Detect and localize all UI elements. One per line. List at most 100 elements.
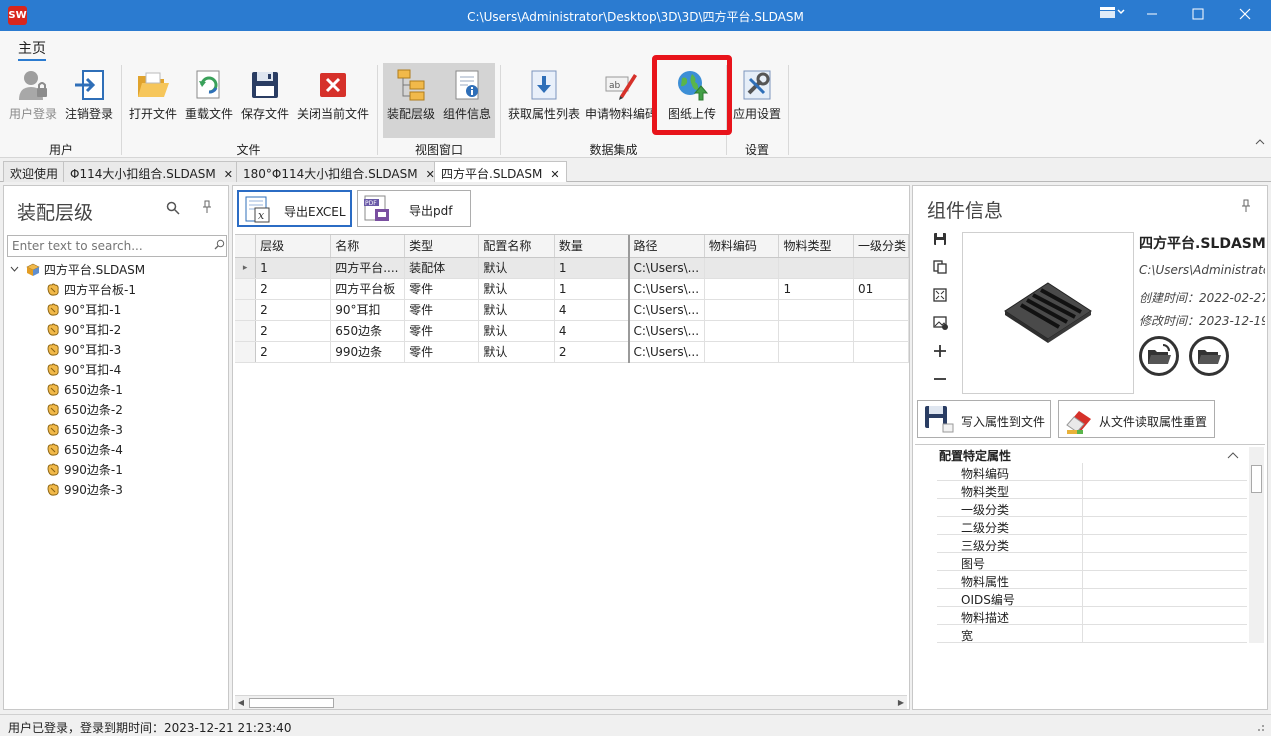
property-row[interactable]: 宽 [937, 625, 1247, 643]
table-cell[interactable]: 默认 [478, 341, 555, 363]
table-cell[interactable]: 1 [554, 278, 630, 300]
table-row[interactable]: 2 990边条 零件 默认 2 C:\Users\... [235, 341, 909, 363]
scroll-left-icon[interactable]: ◀ [235, 696, 247, 710]
row-indicator[interactable] [235, 320, 257, 342]
property-row[interactable]: 二级分类 [937, 517, 1247, 535]
table-cell[interactable]: 90°耳扣 [330, 299, 406, 321]
zoom-in-icon[interactable] [927, 342, 953, 364]
table-cell[interactable] [853, 341, 909, 363]
table-cell[interactable]: 2 [255, 299, 332, 321]
column-header[interactable]: 配置名称 [478, 235, 555, 258]
component-info-button[interactable]: 组件信息 [439, 63, 495, 138]
table-cell[interactable]: 四方平台板 [330, 278, 406, 300]
assembly-tree-button[interactable]: 装配层级 [383, 63, 439, 138]
table-cell[interactable]: 默认 [478, 320, 555, 342]
scrollbar-thumb[interactable] [249, 698, 334, 708]
column-header[interactable]: 类型 [404, 235, 480, 258]
table-cell[interactable] [778, 299, 854, 321]
table-cell[interactable]: 1 [554, 257, 630, 279]
apply-material-code-button[interactable]: ab 申请物料编码 [585, 63, 657, 138]
tab-doc-2[interactable]: 180°Φ114大小扣组合.SLDASM ✕ [236, 161, 442, 182]
table-cell[interactable]: C:\Users\... [627, 299, 705, 321]
property-row[interactable]: 物料描述 [937, 607, 1247, 625]
tree-item[interactable]: 90°耳扣-2 [46, 320, 121, 340]
table-cell[interactable] [853, 257, 909, 279]
column-header[interactable]: 路径 [627, 235, 705, 258]
column-header[interactable]: 数量 [554, 235, 630, 258]
vertical-scrollbar[interactable] [1249, 447, 1264, 643]
table-cell[interactable]: 2 [255, 278, 332, 300]
table-row[interactable]: 2 90°耳扣 零件 默认 4 C:\Users\... [235, 299, 909, 321]
property-row[interactable]: 物料编码 [937, 463, 1247, 481]
table-cell[interactable]: 01 [853, 278, 909, 300]
get-property-list-button[interactable]: 获取属性列表 [505, 63, 583, 138]
pin-icon[interactable] [1241, 199, 1251, 217]
table-cell[interactable]: 650边条 [330, 320, 406, 342]
table-cell[interactable]: 2 [255, 320, 332, 342]
tree-root[interactable]: 四方平台.SLDASM [10, 260, 145, 280]
property-row[interactable]: 图号 [937, 553, 1247, 571]
table-cell[interactable]: 1 [778, 278, 854, 300]
table-cell[interactable]: 4 [554, 320, 630, 342]
collapse-category-icon[interactable] [1227, 448, 1239, 462]
tree-item[interactable]: 990边条-3 [46, 480, 123, 500]
tree-item[interactable]: 90°耳扣-4 [46, 360, 121, 380]
row-indicator[interactable] [235, 341, 257, 363]
table-cell[interactable] [853, 299, 909, 321]
column-header[interactable]: 一级分类 [853, 235, 909, 258]
save-file-button[interactable]: 保存文件 [238, 63, 292, 138]
tab-welcome[interactable]: 欢迎使用 [3, 161, 66, 182]
open-file-button[interactable]: 打开文件 [126, 63, 180, 138]
table-cell[interactable]: 2 [255, 341, 332, 363]
table-cell[interactable]: 1 [255, 257, 332, 279]
table-cell[interactable] [704, 278, 780, 300]
property-row[interactable]: 物料属性 [937, 571, 1247, 589]
save-icon[interactable] [927, 230, 953, 252]
tab-home[interactable]: 主页 [18, 38, 46, 61]
zoom-out-icon[interactable] [927, 370, 953, 392]
column-header[interactable]: 物料编码 [704, 235, 780, 258]
tree-item[interactable]: 四方平台板-1 [46, 280, 136, 300]
table-cell[interactable]: 默认 [478, 257, 555, 279]
tree-item[interactable]: 990边条-1 [46, 460, 123, 480]
expand-chevron-icon[interactable] [10, 260, 22, 280]
collapse-ribbon-icon[interactable] [1255, 137, 1265, 148]
fit-view-icon[interactable] [927, 286, 953, 308]
table-cell[interactable] [704, 257, 780, 279]
model-preview[interactable] [962, 232, 1134, 394]
copy-icon[interactable] [927, 258, 953, 280]
table-cell[interactable]: 零件 [404, 341, 480, 363]
table-cell[interactable]: 默认 [478, 278, 555, 300]
column-header[interactable]: 物料类型 [778, 235, 854, 258]
column-header[interactable]: 名称 [330, 235, 406, 258]
scrollbar-thumb[interactable] [1251, 465, 1262, 493]
search-icon[interactable] [166, 201, 180, 219]
row-indicator[interactable] [235, 278, 257, 300]
horizontal-scrollbar[interactable]: ◀ ▶ [235, 695, 907, 709]
login-button[interactable]: 用户登录 [6, 63, 60, 138]
tab-doc-3[interactable]: 四方平台.SLDASM ✕ [434, 161, 567, 182]
column-header[interactable]: 层级 [255, 235, 332, 258]
table-cell[interactable] [778, 257, 854, 279]
table-cell[interactable] [704, 320, 780, 342]
table-cell[interactable]: 四方平台.... [330, 257, 406, 279]
property-row[interactable]: 一级分类 [937, 499, 1247, 517]
close-icon[interactable] [1222, 0, 1268, 31]
scroll-right-icon[interactable]: ▶ [895, 696, 907, 710]
table-row[interactable]: 2 650边条 零件 默认 4 C:\Users\... [235, 320, 909, 342]
export-excel-button[interactable]: x 导出EXCEL [237, 190, 352, 227]
close-file-button[interactable]: 关闭当前文件 [295, 63, 371, 138]
table-cell[interactable]: C:\Users\... [627, 320, 705, 342]
property-row[interactable]: 物料类型 [937, 481, 1247, 499]
table-cell[interactable] [704, 299, 780, 321]
table-cell[interactable]: 4 [554, 299, 630, 321]
table-cell[interactable]: 零件 [404, 299, 480, 321]
tree-item[interactable]: 650边条-2 [46, 400, 123, 420]
table-cell[interactable]: 990边条 [330, 341, 406, 363]
table-cell[interactable] [853, 320, 909, 342]
reload-file-button[interactable]: 重载文件 [182, 63, 236, 138]
app-settings-button[interactable]: 应用设置 [730, 63, 784, 138]
table-cell[interactable] [704, 341, 780, 363]
browse-folder-button[interactable] [1189, 336, 1229, 376]
tree-item[interactable]: 90°耳扣-1 [46, 300, 121, 320]
